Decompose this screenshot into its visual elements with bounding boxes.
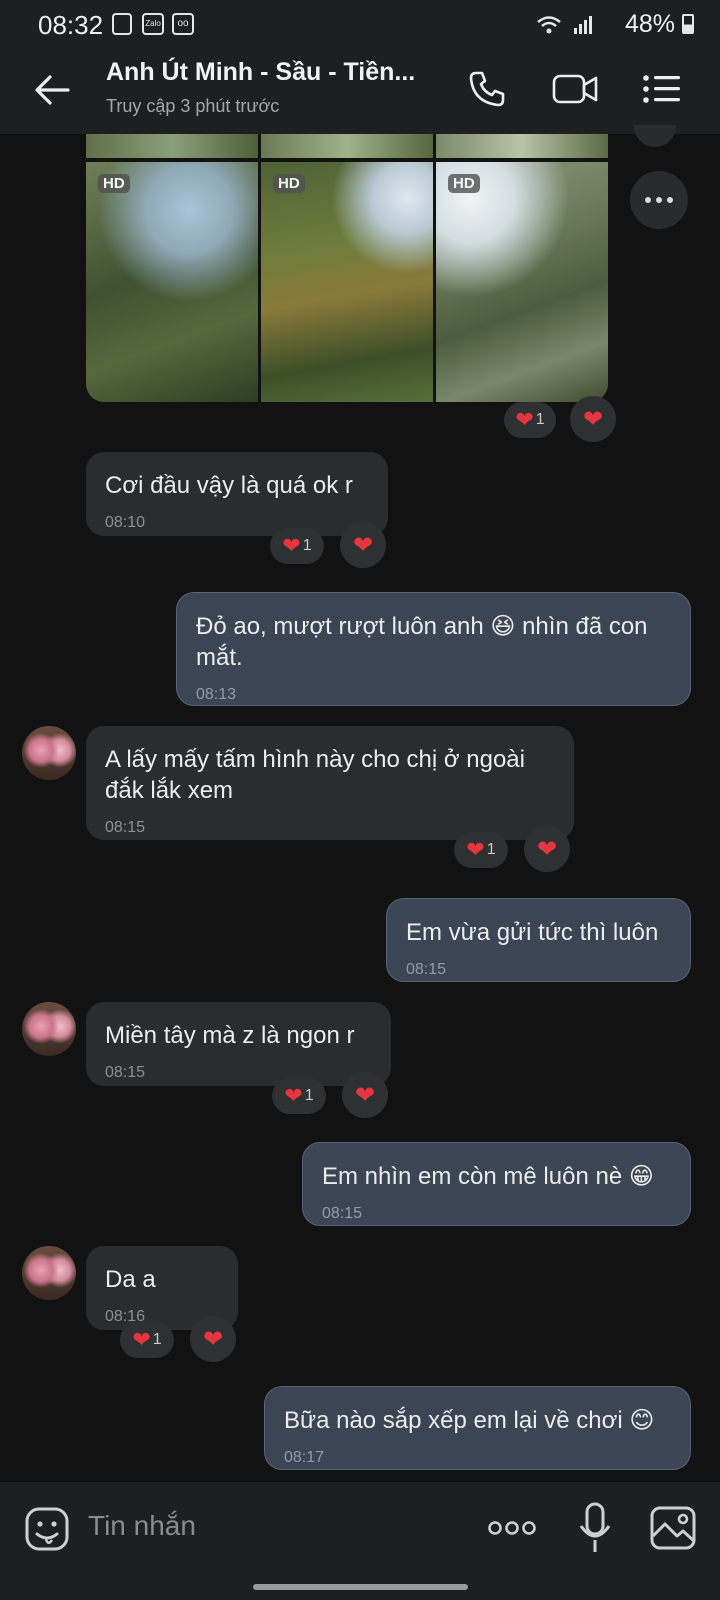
chat-header: Anh Út Minh - Sầu - Tiền... Truy cập 3 p…	[0, 48, 720, 134]
heart-icon: ❤	[536, 835, 558, 863]
message-time: 08:10	[105, 514, 146, 531]
react-button[interactable]: ❤	[342, 1072, 388, 1118]
status-time: 08:32	[38, 10, 104, 40]
photo-thumbnail[interactable]: HD	[86, 162, 258, 402]
image-gallery-icon[interactable]	[650, 1506, 696, 1550]
hd-badge: HD	[273, 174, 305, 193]
react-button[interactable]: ❤	[190, 1316, 236, 1362]
message-text: Bữa nào sắp xếp em lại về chơi 😊	[284, 1407, 655, 1434]
last-seen: Truy cập 3 phút trước	[106, 96, 280, 116]
photo-thumbnail[interactable]: HD	[436, 162, 608, 402]
home-indicator[interactable]	[253, 1584, 468, 1590]
heart-icon: ❤	[284, 1083, 303, 1108]
avatar[interactable]	[22, 1246, 76, 1300]
wifi-signal-icon	[537, 16, 592, 34]
photo-thumbnail[interactable]	[436, 134, 608, 158]
zalo-icon: Zalo	[142, 13, 164, 35]
reaction-summary[interactable]: ❤ 1	[272, 1078, 326, 1114]
battery-level: 48%	[625, 10, 694, 39]
reaction-summary[interactable]: ❤ 1	[270, 528, 324, 564]
message-text: Em nhìn em còn mê luôn nè 😁	[322, 1163, 654, 1190]
message-text: Miền tây mà z là ngon r	[105, 1022, 355, 1049]
react-button[interactable]: ❤	[524, 826, 570, 872]
more-options-button-partial[interactable]	[634, 125, 676, 147]
photo-grid: HD HD HD	[86, 162, 608, 402]
heart-icon: ❤	[282, 533, 301, 558]
message-bubble-incoming[interactable]: Cơi đầu vậy là quá ok r 08:10	[86, 452, 388, 536]
more-options-button[interactable]	[630, 171, 688, 229]
photo-row-top-partial	[86, 134, 608, 158]
photo-thumbnail[interactable]	[86, 134, 258, 158]
react-button[interactable]: ❤	[340, 522, 386, 568]
heart-icon: ❤	[352, 531, 374, 559]
photo-thumbnail[interactable]: HD	[261, 162, 433, 402]
reaction-summary[interactable]: ❤ 1	[504, 402, 556, 438]
message-input[interactable]: Tin nhắn	[88, 1510, 196, 1542]
avatar[interactable]	[22, 726, 76, 780]
hd-badge: HD	[448, 174, 480, 193]
message-bubble-incoming[interactable]: Miền tây mà z là ngon r 08:15	[86, 1002, 391, 1086]
avatar[interactable]	[22, 1002, 76, 1056]
contact-name[interactable]: Anh Út Minh - Sầu - Tiền...	[106, 58, 415, 87]
status-bar: 08:32 Zalo oo 48%	[0, 0, 720, 48]
heart-icon: ❤	[202, 1325, 224, 1353]
message-bubble-incoming[interactable]: A lấy mấy tấm hình này cho chị ở ngoài đ…	[86, 726, 574, 840]
message-text: A lấy mấy tấm hình này cho chị ở ngoài đ…	[105, 746, 525, 804]
microphone-icon[interactable]	[578, 1502, 612, 1554]
video-call-icon[interactable]	[552, 72, 598, 106]
heart-icon: ❤	[582, 405, 604, 433]
gallery-icon	[112, 13, 132, 35]
message-time: 08:13	[196, 686, 237, 703]
message-bubble-outgoing[interactable]: Bữa nào sắp xếp em lại về chơi 😊 08:17	[264, 1386, 691, 1470]
heart-icon: ❤	[466, 837, 485, 862]
photo-thumbnail[interactable]	[261, 134, 433, 158]
message-composer: Tin nhắn	[0, 1482, 720, 1600]
heart-icon: ❤	[515, 407, 534, 432]
message-text: Em vừa gửi tức thì luôn	[406, 919, 659, 946]
message-text: Đỏ ao, mượt rượt luôn anh 😆 nhìn đã con …	[196, 613, 648, 671]
reaction-summary[interactable]: ❤ 1	[120, 1322, 174, 1358]
menu-list-icon[interactable]	[642, 74, 682, 104]
voicemail-icon: oo	[172, 13, 194, 35]
message-time: 08:15	[406, 961, 447, 978]
react-button[interactable]: ❤	[570, 396, 616, 442]
reaction-summary[interactable]: ❤ 1	[454, 832, 508, 868]
message-time: 08:17	[284, 1449, 325, 1466]
more-dots-icon[interactable]	[488, 1520, 536, 1536]
message-bubble-outgoing[interactable]: Em vừa gửi tức thì luôn 08:15	[386, 898, 691, 982]
message-time: 08:15	[105, 1064, 146, 1081]
phone-call-icon[interactable]	[468, 70, 506, 108]
message-time: 08:15	[322, 1205, 363, 1222]
back-arrow-icon[interactable]	[34, 74, 70, 106]
sticker-icon[interactable]	[24, 1506, 70, 1552]
message-text: Cơi đầu vậy là quá ok r	[105, 472, 353, 499]
message-bubble-outgoing[interactable]: Em nhìn em còn mê luôn nè 😁 08:15	[302, 1142, 691, 1226]
hd-badge: HD	[98, 174, 130, 193]
message-bubble-outgoing[interactable]: Đỏ ao, mượt rượt luôn anh 😆 nhìn đã con …	[176, 592, 691, 706]
message-text: Da a	[105, 1266, 156, 1293]
heart-icon: ❤	[354, 1081, 376, 1109]
heart-icon: ❤	[132, 1327, 151, 1352]
